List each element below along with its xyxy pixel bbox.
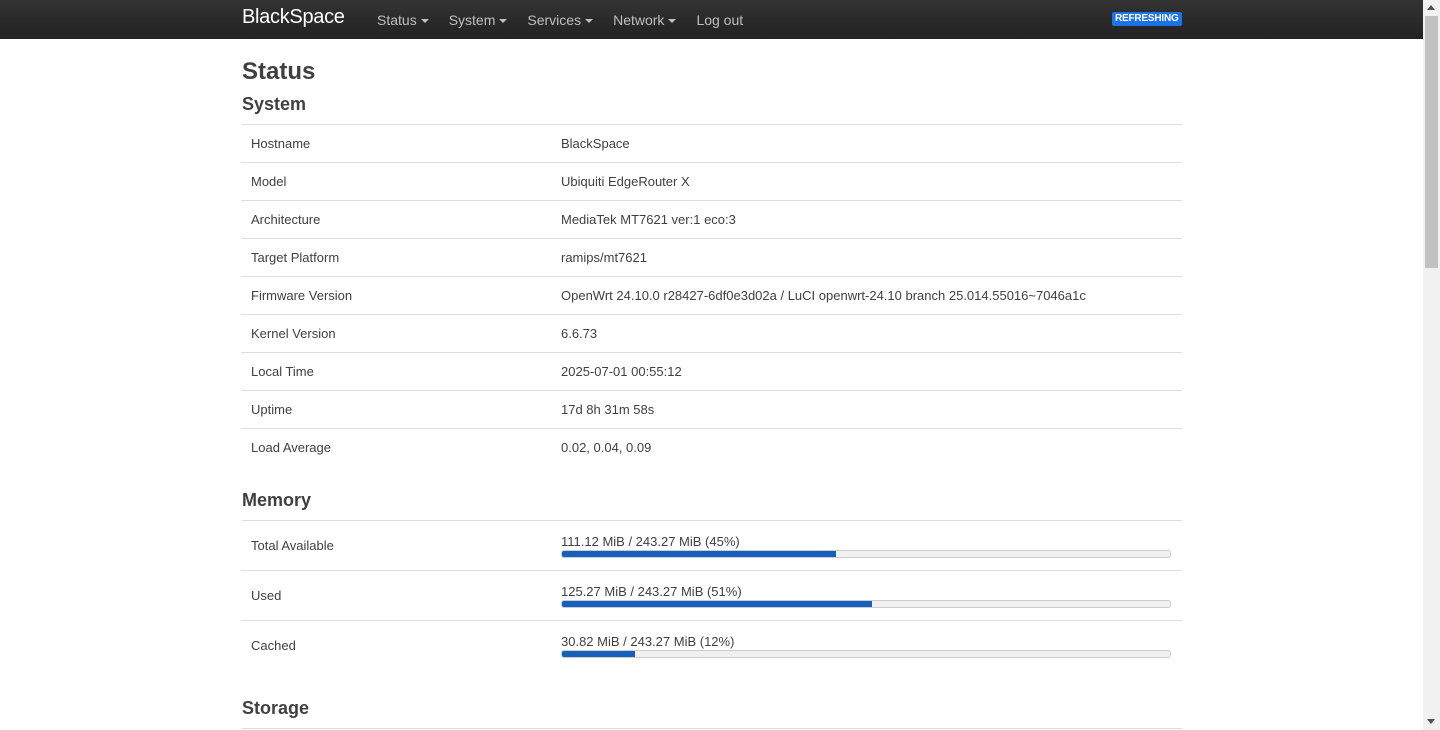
menu-label: Log out <box>696 11 744 28</box>
menu-label: Status <box>377 11 417 28</box>
row-value: OpenWrt 24.10.0 r28427-6df0e3d02a / LuCI… <box>551 276 1182 315</box>
scroll-down-icon[interactable] <box>1427 719 1435 724</box>
table-row: Total Available 111.12 MiB / 243.27 MiB … <box>241 521 1182 571</box>
table-row: Used 125.27 MiB / 243.27 MiB (51%) <box>241 570 1182 621</box>
section-title-storage: Storage <box>242 698 1182 729</box>
row-value: ramips/mt7621 <box>551 238 1182 277</box>
row-label: Cached <box>241 620 551 670</box>
section-title-memory: Memory <box>242 490 1182 521</box>
row-value: 0.02, 0.04, 0.09 <box>551 428 1182 466</box>
memory-bar-text: 30.82 MiB / 243.27 MiB (12%) <box>561 633 735 649</box>
progress-bar <box>561 599 1171 608</box>
section-title-system: System <box>242 94 1182 125</box>
table-row: Model Ubiquiti EdgeRouter X <box>241 162 1182 201</box>
progress-bar-fill <box>562 650 635 657</box>
menu-network[interactable]: Network <box>613 11 677 28</box>
refreshing-badge[interactable]: REFRESHING <box>1112 12 1182 26</box>
table-row: Hostname BlackSpace <box>241 125 1182 163</box>
table-row: Kernel Version 6.6.73 <box>241 314 1182 353</box>
memory-bar-text: 125.27 MiB / 243.27 MiB (51%) <box>561 583 742 599</box>
row-value: BlackSpace <box>561 136 630 151</box>
memory-bar-text: 111.12 MiB / 243.27 MiB (45%) <box>561 533 740 549</box>
menu-system[interactable]: System <box>449 12 508 28</box>
brand-logo[interactable]: BlackSpace <box>242 6 345 29</box>
row-value: 17d 8h 31m 58s <box>551 390 1182 429</box>
row-value: 6.6.73 <box>551 314 1182 353</box>
row-label: Architecture <box>241 200 551 239</box>
row-label: Target Platform <box>241 238 551 277</box>
menu-label: Network <box>613 11 665 28</box>
row-label: Local Time <box>241 352 551 391</box>
progress-bar-fill <box>562 550 836 557</box>
row-label: Total Available <box>251 538 334 553</box>
table-row: Load Average 0.02, 0.04, 0.09 <box>241 428 1182 466</box>
system-table: Hostname BlackSpace Model Ubiquiti EdgeRou… <box>241 125 1182 466</box>
memory-cell: 30.82 MiB / 243.27 MiB (12%) <box>551 620 1182 670</box>
row-value: MediaTek MT7621 ver:1 eco:3 <box>551 200 1182 239</box>
row-label: Hostname <box>251 136 311 151</box>
menu-services[interactable]: Services <box>527 11 594 28</box>
table-row: Local Time 2025-07-01 00:55:12 <box>241 352 1182 391</box>
scroll-thumb[interactable] <box>1425 16 1438 268</box>
menu-status[interactable]: Status <box>377 12 429 28</box>
table-row: Target Platform ramips/mt7621 <box>241 238 1182 277</box>
caret-down-icon <box>585 18 594 23</box>
table-row: Architecture MediaTek MT7621 ver:1 eco:3 <box>241 200 1182 239</box>
table-row: Cached 30.82 MiB / 243.27 MiB (12%) <box>241 620 1182 670</box>
table-row: Firmware Version OpenWrt 24.10.0 r28427-6… <box>241 276 1182 315</box>
menu-logout[interactable]: Log out <box>696 12 743 28</box>
row-label: Used <box>241 570 551 621</box>
row-label: Firmware Version <box>241 276 551 315</box>
row-label: Load Average <box>241 428 551 466</box>
main-menu: Status System Services Network Log out <box>377 0 763 39</box>
memory-cell: 111.12 MiB / 243.27 MiB (45%) <box>551 521 1182 571</box>
caret-down-icon <box>668 18 677 23</box>
menu-label: System <box>448 11 496 28</box>
main-content: Status System Hostname BlackSpace Model Ub… <box>241 56 1182 729</box>
page-title: Status <box>242 58 316 85</box>
row-value: Ubiquiti EdgeRouter X <box>551 162 1182 201</box>
row-label: Model <box>241 162 551 201</box>
top-navbar: BlackSpace Status System Services Networ… <box>0 0 1423 39</box>
row-label: Uptime <box>241 390 551 429</box>
progress-bar <box>561 649 1171 658</box>
scroll-up-icon[interactable] <box>1427 5 1435 10</box>
menu-label: Services <box>527 11 582 28</box>
memory-table: Total Available 111.12 MiB / 243.27 MiB … <box>241 521 1182 670</box>
vertical-scrollbar[interactable] <box>1423 0 1440 730</box>
caret-down-icon <box>499 18 508 23</box>
row-label: Kernel Version <box>241 314 551 353</box>
table-row: Uptime 17d 8h 31m 58s <box>241 390 1182 429</box>
memory-cell: 125.27 MiB / 243.27 MiB (51%) <box>551 570 1182 621</box>
row-value: 2025-07-01 00:55:12 <box>551 352 1182 391</box>
progress-bar <box>561 549 1171 558</box>
caret-down-icon <box>420 18 429 23</box>
progress-bar-fill <box>562 600 873 607</box>
